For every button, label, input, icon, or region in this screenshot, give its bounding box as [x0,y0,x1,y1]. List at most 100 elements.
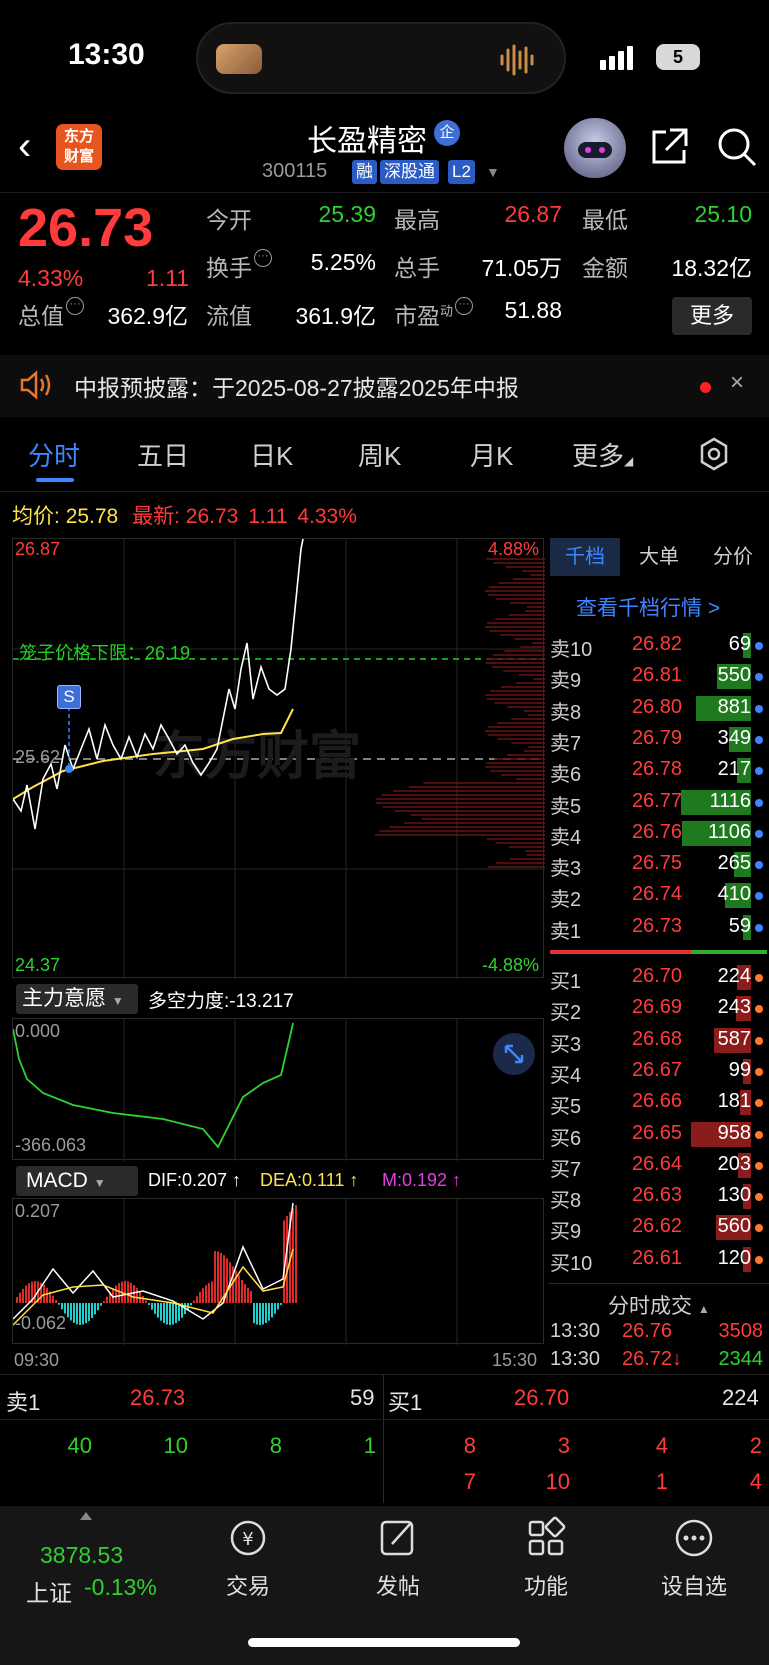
level-label: 买1 [550,971,582,993]
low-label: 最低 [582,207,628,233]
pe-sup: 动 [440,303,454,319]
volume-value: 71.05万 [481,255,562,281]
tab-more[interactable]: 更多◢ [572,436,633,473]
divider [548,1283,769,1284]
ask-row[interactable]: 卖2 26.74 410 [548,880,769,911]
bid-row[interactable]: 买10 26.61 120 [548,1244,769,1275]
intraday-chart[interactable]: 东方财富 S 26.87 4.88% 笼子价格下限：26.19 25.62 24… [12,538,545,979]
ask-row[interactable]: 卖8 26.80 881 [548,693,769,724]
ask-row[interactable]: 卖10 26.82 69 [548,630,769,661]
dynamic-island[interactable] [196,22,566,94]
level-volume: 203 [717,1152,751,1175]
level-price: 26.62 [631,1215,682,1238]
nav-functions[interactable]: 功能 [496,1516,596,1601]
level-volume: 59 [728,914,751,937]
bid-row[interactable]: 买6 26.65 958 [548,1119,769,1150]
tab-monthly-k[interactable]: 月K [470,436,513,473]
view-thousand-link[interactable]: 查看千档行情 > [576,592,720,622]
level-volume: 1106 [707,820,751,843]
home-indicator[interactable] [248,1638,520,1647]
notice-bar[interactable]: 中报预披露：于2025-08-27披露2025年中报 × [0,355,769,417]
macd-chart[interactable]: 0.207 -0.062 [12,1198,544,1345]
macd-select[interactable]: MACD ▼ [16,1166,138,1196]
tab-weekly-k[interactable]: 周K [358,436,401,473]
tab-intraday[interactable]: 分时 [28,436,80,473]
nav-add-watchlist[interactable]: 设自选 [644,1516,744,1601]
level-volume: 130 [717,1184,751,1207]
bid-queue-item: 8 [463,1433,476,1458]
ask1-label: 卖1 [6,1390,41,1415]
ask-row[interactable]: 卖1 26.73 59 [548,912,769,943]
bid-row[interactable]: 买3 26.68 587 [548,1025,769,1056]
caret-up-icon[interactable] [80,1512,92,1520]
tab-five-day[interactable]: 五日 [137,436,189,473]
tab-big-order[interactable]: 大单 [624,538,694,576]
ask-row[interactable]: 卖9 26.81 550 [548,661,769,692]
back-icon[interactable]: ‹ [18,124,31,169]
status-dot [755,1099,763,1108]
logo-text-1: 东方 [63,128,94,145]
ask-row[interactable]: 卖7 26.79 349 [548,724,769,755]
ask-row[interactable]: 卖5 26.77 1116 [548,787,769,818]
ask-row[interactable]: 卖4 26.76 1106 [548,818,769,849]
bid1-label: 买1 [388,1390,423,1415]
bid-queue-item: 10 [545,1469,570,1494]
status-dot [755,829,763,838]
low-value: 25.10 [694,201,752,227]
trades-title[interactable]: 分时成交 ▲ [608,1290,710,1320]
bid-row[interactable]: 买8 26.63 130 [548,1181,769,1212]
ask-row[interactable]: 卖6 26.78 217 [548,755,769,786]
more-dots-icon[interactable]: ··· [455,297,474,315]
status-dot [755,767,763,776]
bid-row[interactable]: 买9 26.62 560 [548,1212,769,1243]
bid-queue-item: 2 [749,1433,762,1458]
ask-row[interactable]: 卖3 26.75 265 [548,849,769,880]
bid-queue-item: 4 [655,1433,668,1458]
sell-marker[interactable]: S [57,685,81,709]
tab-more-label: 更多 [572,441,625,471]
app-logo[interactable]: 东方 财富 [56,124,102,170]
close-icon[interactable]: × [730,369,744,397]
status-dot [755,673,763,682]
indicator-select[interactable]: 主力意愿 ▼ [16,984,138,1014]
bottom-nav: 3878.53 上证 -0.13% ¥ 交易 发帖 功能 设自选 [0,1506,769,1665]
level-volume: 550 [717,664,751,687]
turnover-value: 5.25% [310,249,376,275]
chevron-down-icon[interactable]: ▼ [486,164,500,180]
bid-row[interactable]: 买4 26.67 99 [548,1056,769,1087]
assistant-robot-icon[interactable] [564,118,626,178]
tab-daily-k[interactable]: 日K [250,436,293,473]
more-button[interactable]: 更多 [672,297,752,335]
macd-histogram [16,1204,297,1325]
stock-name[interactable]: 长盈精密 [307,116,427,160]
nav-post[interactable]: 发帖 [348,1516,448,1601]
more-dots-icon[interactable]: ··· [254,249,272,267]
level-label: 买8 [550,1190,582,1213]
tab-thousand-level[interactable]: 千档 [550,538,620,576]
level-label: 卖8 [550,701,582,724]
logo-text-2: 财富 [63,148,94,165]
indicator-chart[interactable]: 0.000 -366.063 [12,1018,544,1161]
notice-text[interactable]: 中报预披露：于2025-08-27披露2025年中报 [74,369,519,403]
indicator-top: 0.000 [15,1021,61,1041]
level-label: 买4 [550,1064,582,1087]
high-label: 最高 [394,207,440,233]
nav-post-label: 发帖 [375,1574,420,1599]
search-icon[interactable] [716,126,758,168]
expand-icon[interactable] [493,1033,535,1075]
gear-icon[interactable] [696,436,732,472]
pe-value: 51.88 [504,297,562,323]
more-dots-icon[interactable]: ··· [66,297,84,315]
speaker-icon [20,370,51,400]
nav-trade[interactable]: ¥ 交易 [198,1516,298,1601]
bid-row[interactable]: 买1 26.70 224 [548,962,769,993]
tab-indicator [36,478,74,482]
status-dot [755,1036,763,1045]
share-icon[interactable] [648,126,690,168]
bid-row[interactable]: 买5 26.66 181 [548,1087,769,1118]
bid-row[interactable]: 买2 26.69 243 [548,993,769,1024]
audio-wave-icon [500,44,534,76]
tab-price-split[interactable]: 分价 [698,538,768,576]
latest-value: 26.73 [185,505,239,528]
bid-row[interactable]: 买7 26.64 203 [548,1150,769,1181]
